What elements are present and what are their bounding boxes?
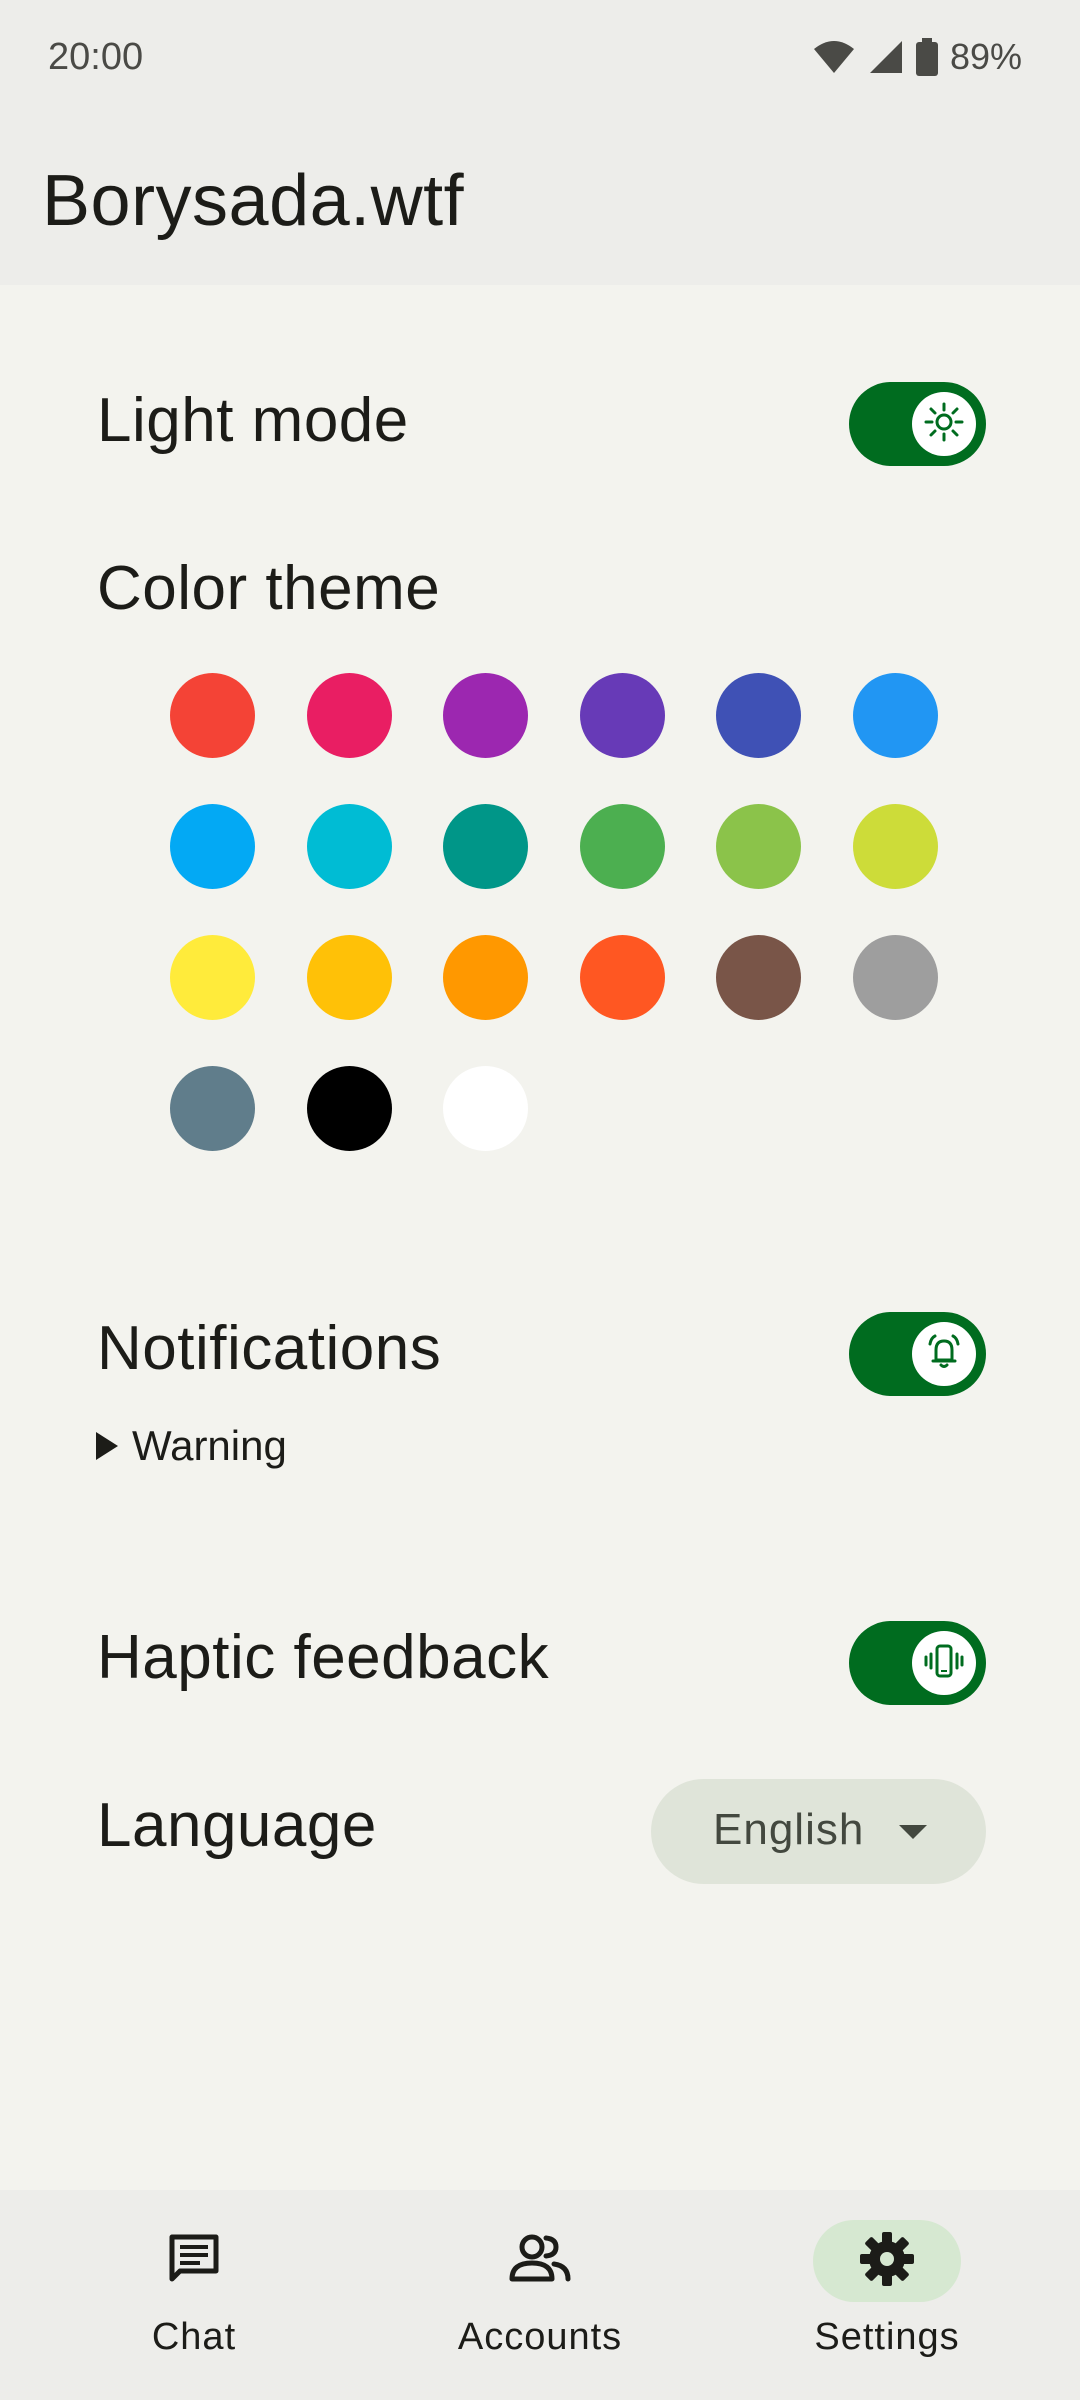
switch-thumb: [912, 392, 976, 456]
color-theme-label: Color theme: [97, 554, 441, 623]
light-mode-switch[interactable]: [849, 382, 986, 466]
nav-label: Settings: [814, 2316, 960, 2358]
color-swatch[interactable]: [170, 1066, 255, 1151]
color-swatch[interactable]: [852, 673, 938, 758]
light-mode-label: Light mode: [97, 386, 409, 455]
color-swatch[interactable]: [306, 673, 392, 758]
status-icons: 89%: [812, 36, 1022, 78]
color-swatch[interactable]: [579, 935, 665, 1020]
nav-item-settings[interactable]: Settings: [757, 2220, 1017, 2370]
warning-label: Warning: [132, 1422, 287, 1469]
color-swatch[interactable]: [443, 673, 528, 758]
alarm-bell-icon: [924, 1332, 964, 1377]
signal-icon: [868, 39, 904, 75]
color-swatch[interactable]: [306, 1066, 392, 1151]
color-swatch[interactable]: [443, 804, 528, 889]
page-title: Borysada.wtf: [42, 161, 465, 241]
color-swatch[interactable]: [306, 935, 392, 1020]
chat-icon: [166, 2231, 222, 2292]
bottom-navigation: Chat Accounts Settings: [0, 2190, 1080, 2400]
dropdown-caret-icon: [899, 1825, 927, 1839]
color-swatch[interactable]: [852, 804, 938, 889]
color-swatch[interactable]: [716, 673, 801, 758]
color-swatch[interactable]: [306, 804, 392, 889]
nav-label: Accounts: [457, 2316, 623, 2358]
battery-icon: [915, 38, 938, 76]
nav-label: Chat: [151, 2316, 237, 2358]
nav-item-chat[interactable]: Chat: [64, 2220, 324, 2370]
top-bar: 20:00 89% Borysada.wtf: [0, 0, 1080, 285]
notifications-label: Notifications: [97, 1314, 442, 1383]
battery-percent: 89%: [949, 36, 1022, 77]
haptic-feedback-label: Haptic feedback: [97, 1623, 550, 1692]
status-time: 20:00: [48, 36, 144, 78]
notifications-switch[interactable]: [849, 1312, 986, 1396]
gear-icon: [858, 2230, 916, 2293]
color-swatch[interactable]: [170, 935, 255, 1020]
switch-thumb: [912, 1631, 976, 1695]
switch-thumb: [912, 1322, 976, 1386]
color-swatch[interactable]: [852, 935, 938, 1020]
nav-indicator: [120, 2220, 268, 2302]
vibrate-phone-icon: [924, 1641, 964, 1686]
color-swatch[interactable]: [579, 673, 665, 758]
color-swatch[interactable]: [716, 804, 801, 889]
haptic-feedback-switch[interactable]: [849, 1621, 986, 1705]
accounts-icon: [508, 2231, 572, 2292]
disclosure-triangle-icon: [96, 1432, 118, 1460]
nav-item-accounts[interactable]: Accounts: [410, 2220, 670, 2370]
language-select[interactable]: English: [651, 1779, 986, 1884]
language-label: Language: [97, 1791, 377, 1860]
nav-indicator-active: [813, 2220, 961, 2302]
settings-screen: 20:00 89% Borysada.wtf Light mode Color …: [0, 0, 1080, 2400]
color-swatch[interactable]: [443, 935, 528, 1020]
color-swatch[interactable]: [443, 1066, 528, 1151]
color-swatch[interactable]: [170, 673, 255, 758]
sun-icon: [924, 402, 964, 447]
color-swatch[interactable]: [716, 935, 801, 1020]
warning-disclosure[interactable]: Warning: [96, 1422, 287, 1470]
wifi-icon: [812, 39, 856, 75]
color-swatch[interactable]: [579, 804, 665, 889]
color-swatch[interactable]: [170, 804, 255, 889]
nav-indicator: [466, 2220, 614, 2302]
language-selected-value: English: [713, 1805, 865, 1854]
